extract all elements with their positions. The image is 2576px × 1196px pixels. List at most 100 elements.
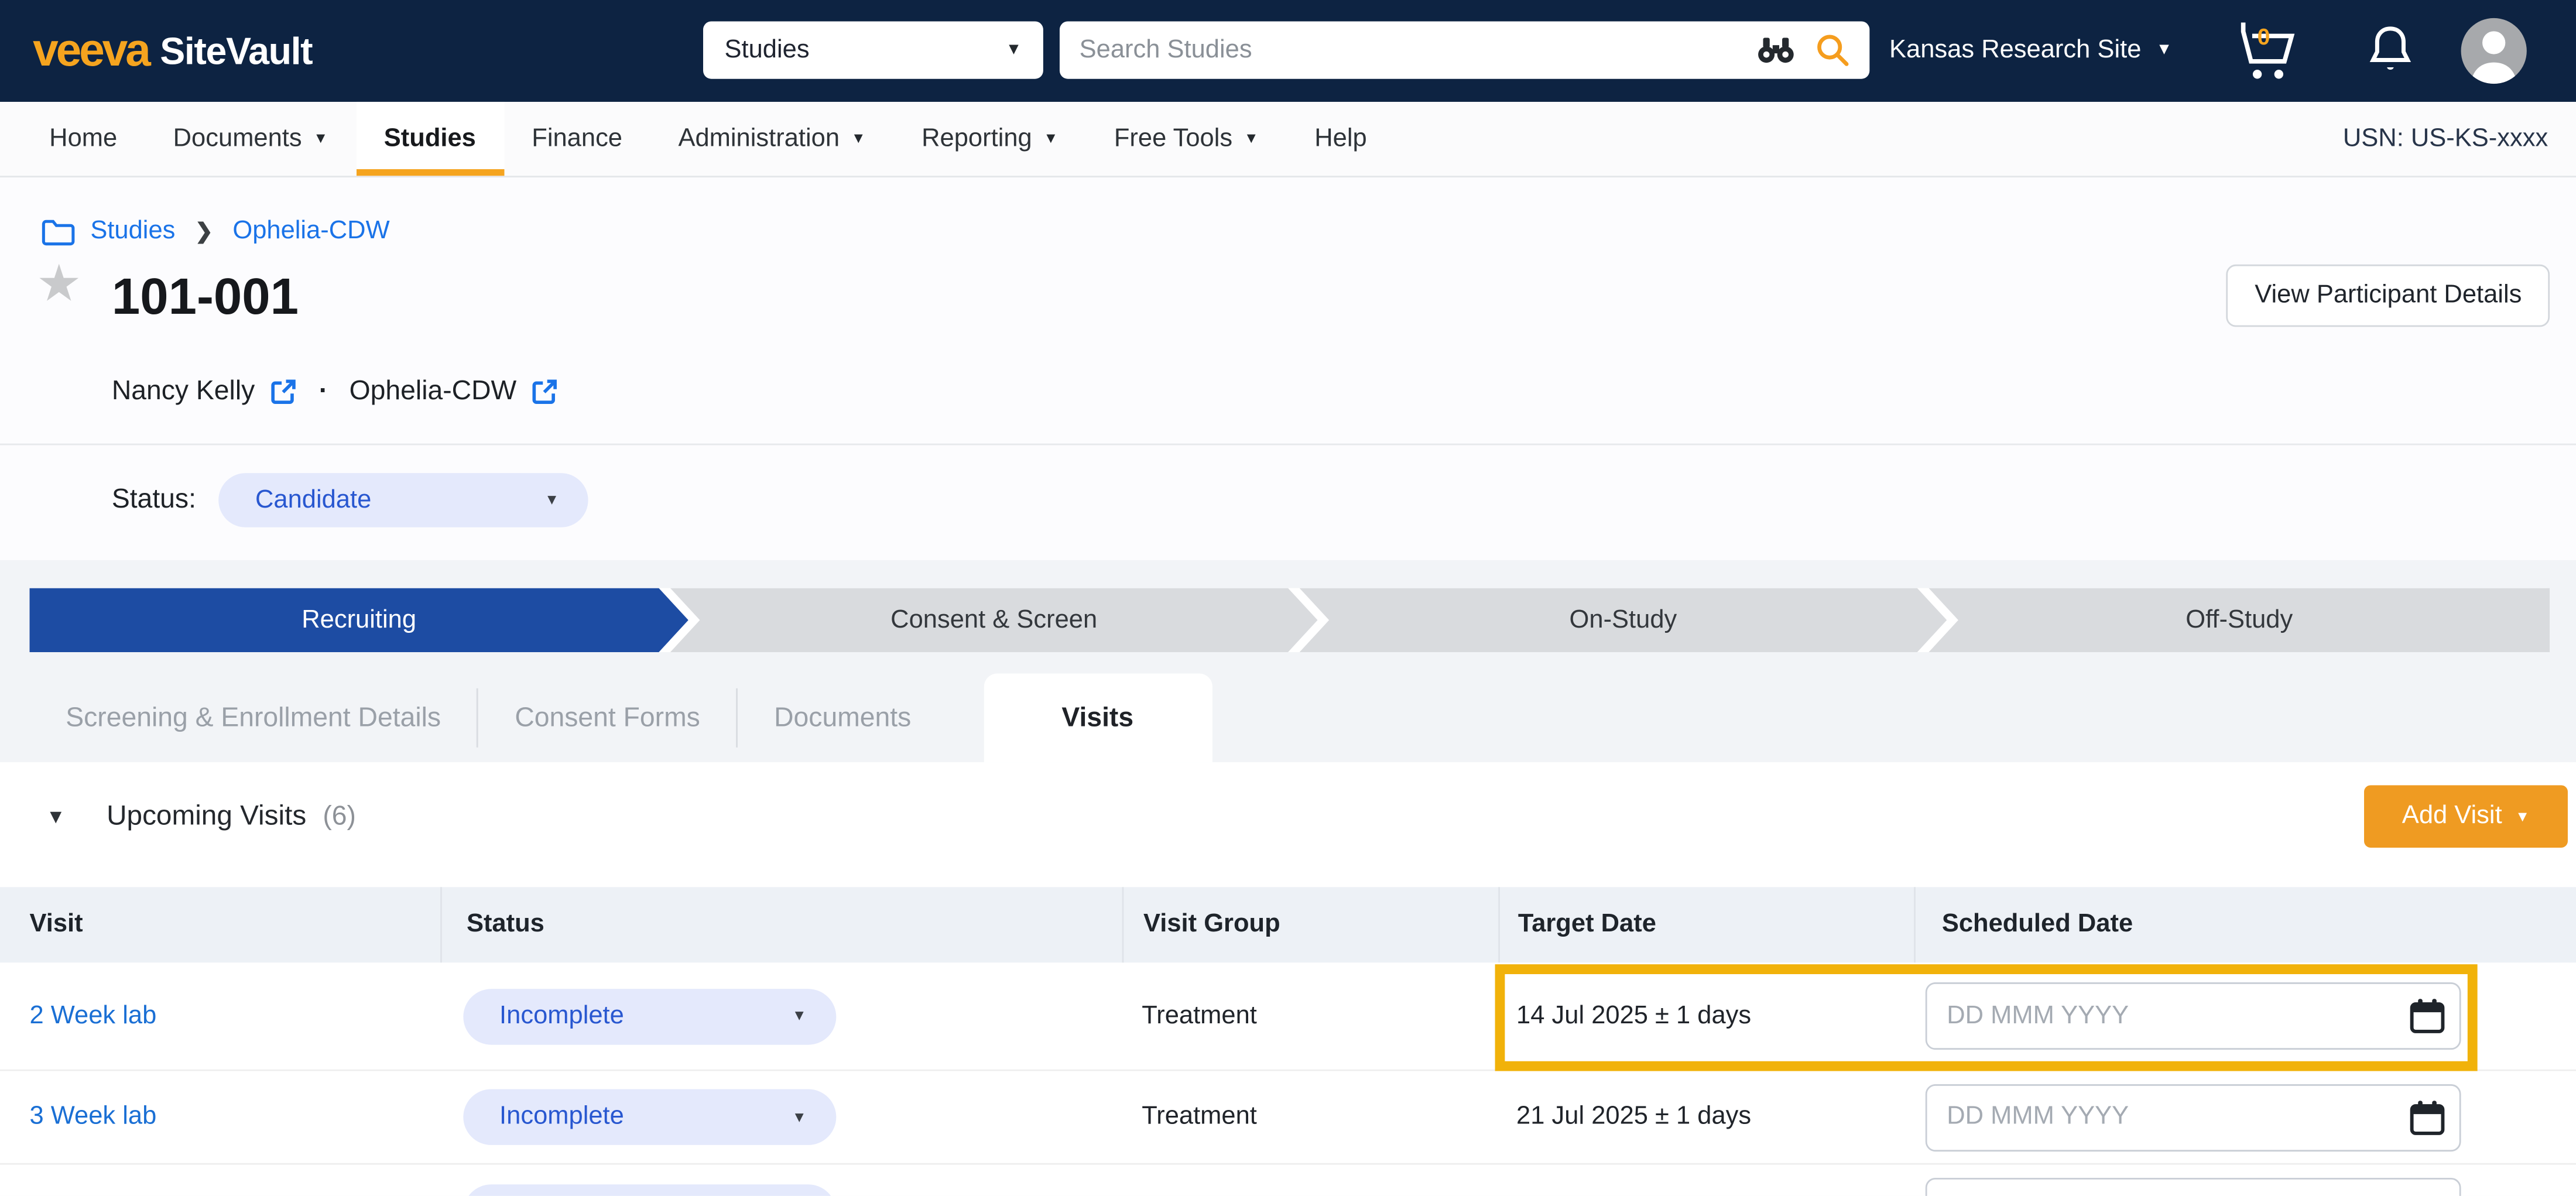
usn-label: USN: US-KS-xxxx xyxy=(2343,102,2548,177)
notifications-bell-icon[interactable] xyxy=(2362,21,2418,88)
chevron-down-icon: ▼ xyxy=(2515,809,2530,824)
chevron-down-icon: ▼ xyxy=(544,493,559,508)
breadcrumb-studies-link[interactable]: Studies xyxy=(90,217,175,246)
external-link-icon[interactable] xyxy=(532,378,560,406)
sitevault-app: veeva SiteVault Studies ▼ xyxy=(0,0,2576,1196)
tab-consent-forms[interactable]: Consent Forms xyxy=(479,674,737,763)
visits-panel: ▼ Upcoming Visits (6) Add Visit ▼ Visit … xyxy=(0,762,2576,1196)
breadcrumb-separator-icon: ❯ xyxy=(195,218,213,245)
calendar-icon[interactable] xyxy=(2409,997,2447,1043)
nav-item-reporting[interactable]: Reporting ▼ xyxy=(893,102,1086,176)
breadcrumb-study-link[interactable]: Ophelia-CDW xyxy=(232,217,389,246)
visit-status-select[interactable]: Incomplete ▼ xyxy=(463,1089,836,1144)
dot-separator: · xyxy=(319,376,328,407)
breadcrumb: Studies ❯ Ophelia-CDW xyxy=(0,177,2576,251)
stage-recruiting[interactable]: Recruiting xyxy=(30,588,688,652)
stage-consent-screen[interactable]: Consent & Screen xyxy=(670,588,1318,652)
chevron-down-icon: ▼ xyxy=(1244,131,1259,146)
site-name-value: Kansas Research Site xyxy=(1889,36,2141,66)
chevron-down-icon: ▼ xyxy=(792,1009,807,1023)
participant-id: 101-001 xyxy=(112,268,299,327)
visits-table-header: Visit Status Visit Group Target Date Sch… xyxy=(0,887,2576,962)
status-select[interactable]: Candidate ▼ xyxy=(219,473,588,527)
table-row xyxy=(0,1165,2576,1196)
study-name: Ophelia-CDW xyxy=(350,376,517,407)
upcoming-visits-count: (6) xyxy=(323,801,356,832)
tab-screening-enrollment[interactable]: Screening & Enrollment Details xyxy=(30,674,477,763)
table-row: 2 Week lab Incomplete ▼ Treatment 14 Jul… xyxy=(0,962,2576,1071)
scheduled-date-field xyxy=(1926,1084,2461,1151)
veeva-sitevault-logo: veeva SiteVault xyxy=(33,0,312,102)
nav-item-administration[interactable]: Administration ▼ xyxy=(650,102,894,176)
stage-on-study[interactable]: On-Study xyxy=(1300,588,1947,652)
favorite-star-icon[interactable]: ★ xyxy=(36,258,82,309)
calendar-icon[interactable] xyxy=(2409,1098,2447,1144)
target-date-value: 21 Jul 2025 ± 1 days xyxy=(1516,1102,1751,1132)
scheduled-date-input[interactable] xyxy=(1926,1178,2461,1196)
add-visit-button[interactable]: Add Visit ▼ xyxy=(2364,785,2568,848)
chevron-down-icon: ▼ xyxy=(851,131,866,146)
scheduled-date-input[interactable] xyxy=(1926,1084,2461,1151)
participant-header: Studies ❯ Ophelia-CDW ★ 101-001 View Par… xyxy=(0,177,2576,560)
cart-count-badge: 0 xyxy=(2258,23,2270,49)
scheduled-date-field xyxy=(1926,982,2461,1050)
status-row: Status: Candidate ▼ xyxy=(112,473,2576,527)
nav-item-free-tools[interactable]: Free Tools ▼ xyxy=(1086,102,1286,176)
scheduled-date-input[interactable] xyxy=(1926,982,2461,1050)
column-header-visit-group: Visit Group xyxy=(1122,887,1499,962)
nav-item-finance[interactable]: Finance xyxy=(504,102,650,176)
veeva-logo-text: veeva xyxy=(33,25,148,77)
visit-status-value: Incomplete xyxy=(499,1001,624,1031)
collapse-caret-icon[interactable]: ▼ xyxy=(46,805,66,828)
scheduled-date-field xyxy=(1926,1178,2461,1196)
sitevault-logo-text: SiteVault xyxy=(160,29,312,73)
external-link-icon[interactable] xyxy=(270,378,298,406)
visit-link[interactable]: 2 Week lab xyxy=(30,1001,157,1031)
chevron-down-icon: ▼ xyxy=(1043,131,1058,146)
nav-item-help[interactable]: Help xyxy=(1287,102,1395,176)
stages-and-tabs: Recruiting Consent & Screen On-Study Off… xyxy=(0,560,2576,762)
chevron-down-icon: ▼ xyxy=(313,131,328,146)
visit-group-value: Treatment xyxy=(1142,1102,1257,1132)
view-participant-details-button[interactable]: View Participant Details xyxy=(2227,265,2550,327)
status-label: Status: xyxy=(112,485,196,516)
chevron-down-icon: ▼ xyxy=(792,1110,807,1125)
table-row: 3 Week lab Incomplete ▼ Treatment 21 Jul… xyxy=(0,1071,2576,1165)
search-icons xyxy=(1756,33,1850,67)
nav-item-studies[interactable]: Studies xyxy=(356,102,504,176)
column-header-scheduled-date: Scheduled Date xyxy=(1914,887,2576,962)
nav-item-documents[interactable]: Documents ▼ xyxy=(145,102,356,176)
visit-link[interactable]: 3 Week lab xyxy=(30,1102,157,1132)
user-avatar[interactable] xyxy=(2461,18,2527,84)
search-scope-select[interactable]: Studies ▼ xyxy=(703,21,1043,78)
status-value: Candidate xyxy=(255,485,371,515)
participant-subtitle: Nancy Kelly · Ophelia-CDW xyxy=(112,376,2576,407)
tab-visits[interactable]: Visits xyxy=(984,674,1212,763)
nav-item-home[interactable]: Home xyxy=(21,102,145,176)
visit-status-select[interactable] xyxy=(463,1184,836,1196)
site-selector[interactable]: Kansas Research Site ▼ xyxy=(1889,0,2172,102)
upcoming-visits-title: Upcoming Visits xyxy=(107,800,306,833)
section-divider xyxy=(0,444,2576,445)
investigator-name: Nancy Kelly xyxy=(112,376,255,407)
top-bar: veeva SiteVault Studies ▼ xyxy=(0,0,2576,102)
visit-status-select[interactable]: Incomplete ▼ xyxy=(463,988,836,1044)
search-input[interactable] xyxy=(1080,35,1756,65)
visit-group-value: Treatment xyxy=(1142,1001,1257,1031)
global-search xyxy=(1060,21,1869,78)
column-header-status: Status xyxy=(440,887,1122,962)
cart-button[interactable]: 0 xyxy=(2231,18,2303,84)
upcoming-visits-header: ▼ Upcoming Visits (6) Add Visit ▼ xyxy=(0,762,2576,871)
chevron-down-icon: ▼ xyxy=(1006,42,1022,59)
target-date-value: 14 Jul 2025 ± 1 days xyxy=(1516,1001,1751,1031)
binoculars-icon[interactable] xyxy=(1756,36,1796,64)
tab-documents[interactable]: Documents xyxy=(738,674,947,763)
stage-progress-bar: Recruiting Consent & Screen On-Study Off… xyxy=(30,588,2547,652)
main-nav: Home Documents ▼ Studies Finance Adminis… xyxy=(0,102,2576,177)
column-header-target-date: Target Date xyxy=(1498,887,1914,962)
stage-off-study[interactable]: Off-Study xyxy=(1928,588,2550,652)
search-icon[interactable] xyxy=(1815,33,1850,67)
chevron-down-icon: ▼ xyxy=(2156,43,2173,59)
folder-icon xyxy=(41,218,76,246)
search-scope-value: Studies xyxy=(724,35,809,65)
